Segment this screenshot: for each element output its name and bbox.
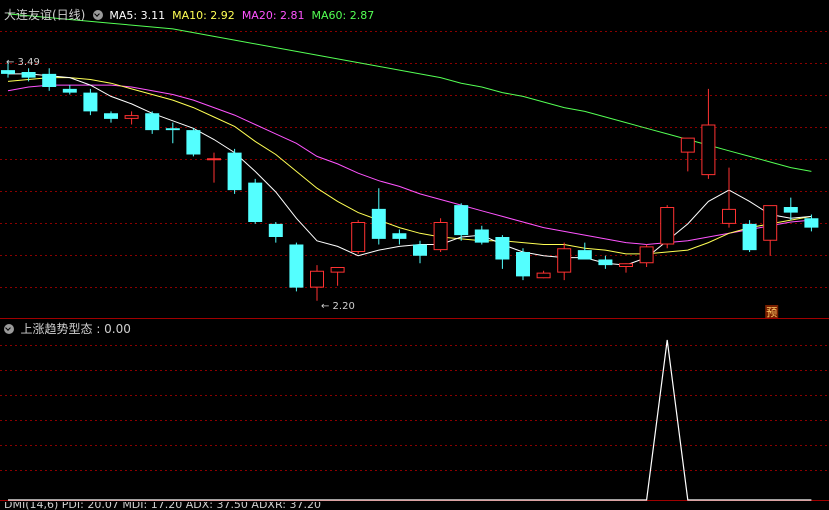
candle-body: [680, 137, 695, 153]
ma10-line: [7, 77, 812, 255]
dmi-label: DMI(14,6) PDI: 20.07 MDI: 17.20 ADX: 37.…: [4, 502, 321, 510]
candle: [351, 220, 366, 254]
candle-body: [639, 246, 654, 264]
indicator-label: 上涨趋势型态 : 0.00: [20, 322, 131, 336]
candle-body: [21, 72, 36, 78]
candlestick-series: [1, 60, 819, 301]
candle-body: [330, 267, 345, 273]
candle-body: [454, 205, 469, 236]
bottom-indicator-bar[interactable]: DMI(14,6) PDI: 20.07 MDI: 17.20 ADX: 37.…: [4, 502, 321, 510]
candle-body: [783, 207, 798, 213]
candle: [742, 220, 757, 252]
candle-body: [124, 115, 139, 119]
candle-body: [474, 229, 489, 243]
candle: [516, 248, 530, 281]
candle: [227, 148, 242, 194]
ma5-line: [8, 73, 812, 266]
candle: [619, 263, 633, 273]
candle-body: [495, 237, 510, 260]
candle-body: [660, 207, 675, 245]
candle: [207, 152, 221, 183]
candle-body: [516, 252, 530, 277]
candle: [371, 188, 386, 245]
candle-body: [310, 270, 324, 288]
indicator-header: 上涨趋势型态 : 0.00: [4, 320, 131, 337]
candle: [495, 235, 510, 269]
candle-body: [413, 244, 427, 256]
candle-body: [104, 113, 118, 119]
candle: [248, 178, 263, 224]
candle: [598, 255, 613, 269]
candle: [62, 85, 77, 95]
ma5-label: MA5: 3.11: [109, 9, 166, 22]
candle: [104, 111, 118, 123]
candle-body: [165, 128, 180, 131]
candle: [289, 242, 304, 292]
candle-body: [536, 272, 551, 279]
candle-body: [433, 222, 448, 251]
candle: [557, 242, 572, 281]
low-price-label: ← 2.20: [321, 301, 355, 312]
candle: [536, 270, 551, 279]
annotations: ← 3.49 ← 2.20 预: [6, 57, 779, 319]
candle-body: [351, 222, 366, 252]
chart-header: 大连友谊(日线) MA5: 3.11 MA10: 2.92 MA20: 2.81…: [4, 6, 374, 23]
candle-body: [392, 233, 407, 239]
candle-body: [371, 208, 386, 239]
candle: [660, 205, 675, 249]
candle: [42, 68, 57, 91]
candle-body: [722, 208, 736, 224]
candle-body: [701, 124, 716, 176]
candle-body: [207, 158, 221, 161]
candle: [474, 225, 489, 245]
candle: [454, 203, 469, 241]
candle-body: [1, 70, 15, 74]
candle: [763, 205, 778, 256]
candle-body: [804, 218, 819, 228]
candle: [165, 122, 180, 144]
candle: [186, 128, 201, 157]
ma20-label: MA20: 2.81: [241, 9, 305, 22]
price-grid: [0, 31, 829, 501]
stock-title: 大连友谊(日线): [4, 8, 86, 22]
candle: [639, 244, 654, 267]
stock-chart[interactable]: ← 3.49 ← 2.20 预: [0, 0, 829, 510]
ma10-label: MA10: 2.92: [172, 9, 235, 22]
candle: [392, 229, 407, 245]
candle-body: [248, 182, 263, 222]
candle: [722, 167, 736, 228]
candle: [145, 111, 160, 134]
candle-body: [598, 259, 613, 266]
candle-body: [619, 263, 633, 267]
candle-body: [62, 88, 77, 93]
ma60-label: MA60: 2.87: [311, 9, 375, 22]
candle: [124, 111, 139, 125]
candle-body: [42, 73, 57, 87]
chevron-down-icon[interactable]: [92, 10, 103, 20]
candle-body: [557, 248, 572, 273]
candle-body: [577, 250, 592, 260]
candle: [310, 265, 324, 301]
candle-body: [83, 92, 98, 112]
chevron-down-icon[interactable]: [4, 324, 14, 334]
forecast-badge: 预: [766, 306, 777, 319]
candle: [577, 242, 592, 260]
candle: [433, 218, 448, 252]
candle: [83, 88, 98, 116]
candle: [701, 88, 716, 179]
candle-body: [742, 223, 757, 251]
candle-body: [763, 205, 778, 241]
high-price-label: ← 3.49: [6, 57, 40, 68]
candle: [783, 197, 798, 221]
candle-body: [289, 244, 304, 288]
candle: [330, 267, 345, 286]
candle-body: [145, 113, 160, 131]
candle-body: [186, 130, 201, 155]
candle-body: [268, 223, 283, 237]
candle: [268, 222, 283, 243]
candle: [680, 137, 695, 172]
candle-body: [227, 152, 242, 191]
